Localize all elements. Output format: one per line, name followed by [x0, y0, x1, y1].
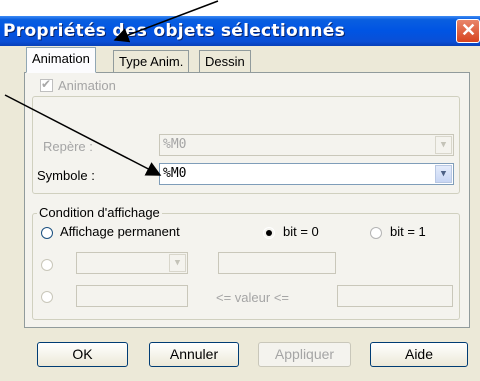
symbole-label: Symbole :	[37, 168, 95, 183]
tab-animation[interactable]: Animation	[26, 47, 96, 73]
radio-affichage-permanent[interactable]	[41, 227, 53, 239]
range-max-field	[337, 285, 453, 307]
repere-value: %M0	[163, 137, 187, 152]
condition-select: ▼	[76, 252, 188, 274]
radio-select	[41, 259, 53, 271]
symbole-value: %M0	[163, 166, 187, 181]
tab-dessin[interactable]: Dessin	[199, 50, 251, 72]
window-title: Propriétés des objets sélectionnés	[3, 21, 345, 41]
cancel-button[interactable]: Annuler	[149, 342, 239, 367]
radio-range	[41, 291, 53, 303]
range-min-field	[76, 285, 188, 307]
repere-field: %M0 ▼	[159, 134, 454, 156]
apply-button: Appliquer	[258, 342, 351, 367]
symbole-combobox[interactable]: %M0 ▼	[159, 163, 454, 185]
ok-button[interactable]: OK	[37, 342, 128, 367]
radio-bit-0[interactable]	[263, 227, 275, 239]
radio-affichage-permanent-label: Affichage permanent	[60, 224, 180, 239]
title-bar[interactable]: Propriétés des objets sélectionnés ✕	[0, 16, 480, 46]
radio-bit-1[interactable]	[370, 227, 382, 239]
condition-text-field	[218, 252, 336, 274]
chevron-down-icon[interactable]: ▼	[435, 165, 452, 183]
checkmark-icon: ✔	[41, 77, 52, 91]
animation-checkbox-label: Animation	[58, 78, 116, 93]
chevron-down-icon: ▼	[435, 136, 452, 154]
radio-bit-1-label: bit = 1	[390, 224, 426, 239]
help-button[interactable]: Aide	[370, 342, 468, 367]
range-label: <= valeur <=	[216, 290, 289, 305]
close-icon: ✕	[461, 20, 477, 40]
chevron-down-icon: ▼	[169, 254, 186, 272]
radio-bit-0-label: bit = 0	[283, 224, 319, 239]
animation-checkbox[interactable]: ✔	[40, 77, 53, 92]
repere-label: Repère :	[43, 139, 93, 154]
tab-type-anim[interactable]: Type Anim.	[113, 50, 190, 72]
condition-group-title: Condition d'affichage	[37, 205, 162, 220]
close-button[interactable]: ✕	[456, 19, 480, 43]
